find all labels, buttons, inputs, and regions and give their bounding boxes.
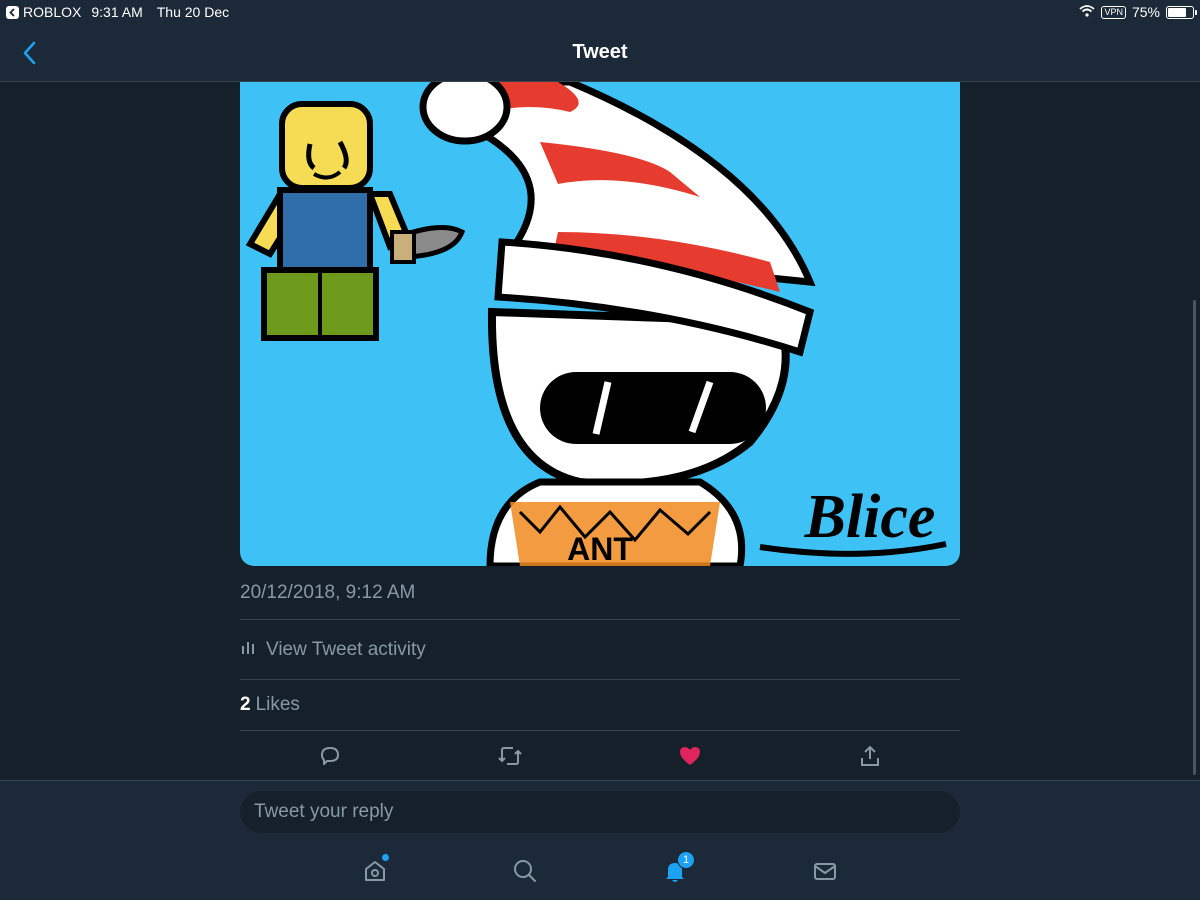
image-signature: Blice [804, 483, 936, 551]
battery-percent: 75% [1131, 4, 1160, 20]
reply-icon [321, 747, 339, 765]
retweet-icon [498, 747, 522, 765]
tab-bar: 1 [0, 851, 1200, 891]
chevron-left-icon [23, 41, 36, 65]
tweet-actions [240, 731, 960, 781]
reply-button[interactable] [310, 736, 350, 776]
tweet-detail: ANT Blice 20/12/2018, 9:12 AM View Tweet… [240, 82, 960, 781]
page-title: Tweet [572, 41, 628, 63]
tab-home[interactable] [355, 851, 395, 891]
view-tweet-activity-link[interactable]: View Tweet activity [240, 620, 960, 680]
tab-messages[interactable] [805, 851, 845, 891]
heart-icon [680, 747, 700, 765]
back-button[interactable] [16, 40, 42, 66]
battery-icon [1166, 5, 1197, 19]
navigation-bar: Tweet [0, 24, 1200, 82]
notification-badge: 1 [677, 851, 695, 869]
tab-notifications[interactable]: 1 [655, 851, 695, 891]
reply-input[interactable]: Tweet your reply [240, 791, 960, 833]
view-tweet-activity-label: View Tweet activity [266, 638, 426, 660]
back-to-app-icon[interactable] [6, 5, 19, 19]
wifi-icon [1079, 4, 1096, 20]
tweet-timestamp: 20/12/2018, 9:12 AM [240, 566, 960, 620]
likes-label: Likes [255, 694, 300, 715]
share-icon [861, 745, 879, 766]
scrollbar[interactable] [1193, 300, 1196, 775]
bar-chart-icon [240, 639, 256, 661]
tweet-image[interactable]: ANT Blice [240, 82, 960, 566]
vpn-badge: VPN [1101, 5, 1126, 19]
reply-placeholder: Tweet your reply [254, 801, 394, 822]
back-to-app-label[interactable]: ROBLOX [23, 4, 81, 20]
image-shirt-text: ANT [567, 531, 633, 566]
likes-count: 2 [240, 694, 251, 715]
tab-search[interactable] [505, 851, 545, 891]
like-button[interactable] [670, 736, 710, 776]
home-new-dot [382, 854, 389, 861]
status-date: Thu 20 Dec [156, 4, 230, 20]
retweet-button[interactable] [490, 736, 530, 776]
share-button[interactable] [850, 736, 890, 776]
bottom-area: Tweet your reply 1 [0, 780, 1200, 900]
search-icon [514, 860, 536, 882]
home-icon [365, 861, 385, 881]
status-bar: ROBLOX 9:31 AM Thu 20 Dec VPN 75% [0, 0, 1200, 24]
status-time: 9:31 AM [91, 4, 143, 20]
likes-row[interactable]: 2 Likes [240, 680, 960, 731]
envelope-icon [814, 863, 836, 880]
